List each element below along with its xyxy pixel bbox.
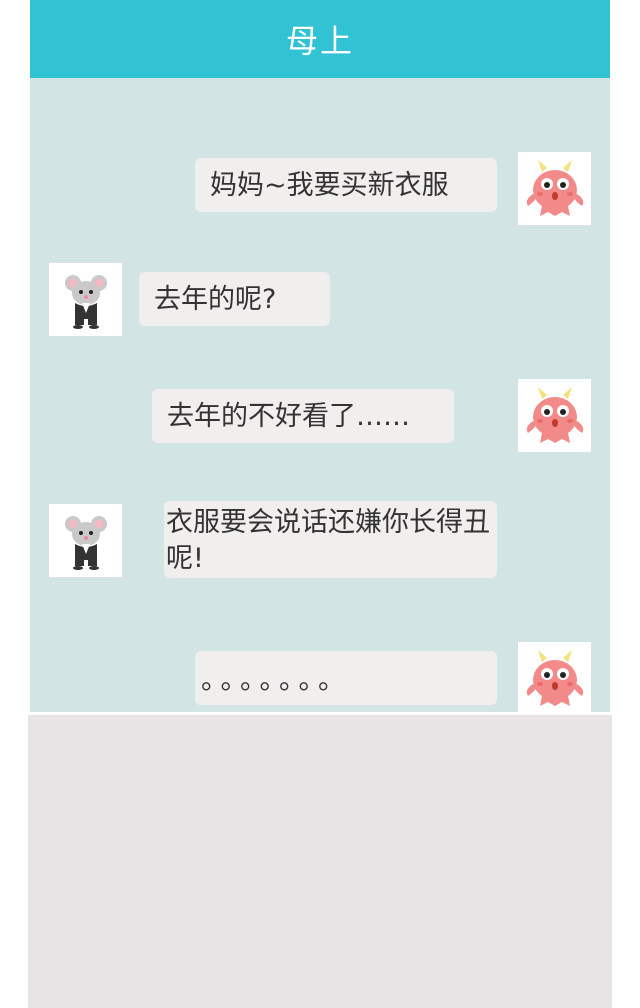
message-list[interactable]: 妈妈~我要买新衣服 去年的呢? 去年的不好看了…… 衣服要会说话还嫌你长得丑呢!… (30, 78, 610, 712)
monster-avatar-icon[interactable] (518, 152, 591, 225)
pink-monster-avatar-icon (526, 386, 583, 443)
message-bubble-outgoing[interactable]: 去年的不好看了…… (152, 389, 454, 443)
input-area[interactable] (28, 715, 612, 1008)
message-bubble-outgoing[interactable]: 。。。。。。。 (195, 651, 497, 705)
message-bubble-incoming[interactable]: 衣服要会说话还嫌你长得丑呢! (164, 501, 497, 578)
message-bubble-incoming[interactable]: 去年的呢? (139, 272, 330, 326)
mouse-avatar-icon[interactable] (49, 263, 122, 336)
message-text: 去年的呢? (154, 284, 277, 315)
monster-avatar-icon[interactable] (518, 379, 591, 452)
chat-title: 母上 (285, 22, 354, 60)
grey-mouse-avatar-icon (64, 515, 107, 570)
chat-screen: 母上 妈妈~我要买新衣服 去年的呢? 去年的不好看了…… 衣服要会说话还嫌你长得… (0, 0, 640, 1008)
message-bubble-outgoing[interactable]: 妈妈~我要买新衣服 (195, 158, 497, 212)
message-text: 。。。。。。。 (201, 665, 351, 696)
pink-monster-avatar-icon (526, 159, 583, 216)
message-text: 衣服要会说话还嫌你长得丑呢! (166, 507, 490, 574)
chat-header: 母上 (30, 0, 610, 78)
message-text: 妈妈~我要买新衣服 (210, 170, 449, 201)
mouse-avatar-icon[interactable] (49, 504, 122, 577)
grey-mouse-avatar-icon (64, 274, 107, 329)
message-text: 去年的不好看了…… (167, 401, 410, 432)
pink-monster-avatar-icon (526, 649, 583, 706)
monster-avatar-icon[interactable] (518, 642, 591, 712)
